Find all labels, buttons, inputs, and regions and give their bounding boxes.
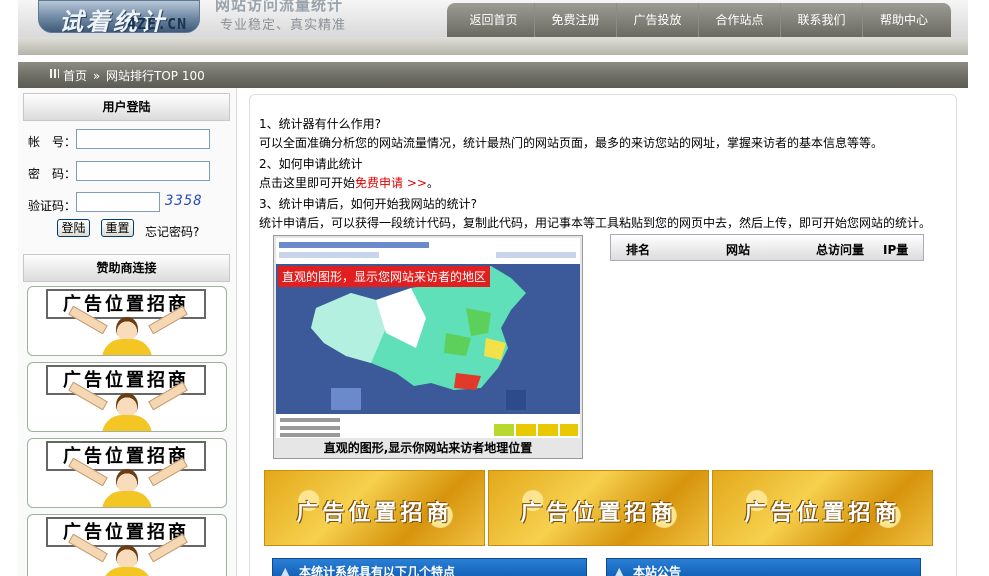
faq-question-1: 1、统计器有什么作用? xyxy=(259,117,382,131)
faq-answer-2-text: 点击这里即可开始 xyxy=(259,176,356,190)
ranking-table-header: 排名 网站 总访问量 IP量 xyxy=(610,234,924,261)
forgot-password-link[interactable]: 忘记密码? xyxy=(145,223,199,240)
main-content: 1、统计器有什么作用? 可以全面准确分析您的网站流量情况，统计最热门的网站页面，… xyxy=(249,94,957,576)
main-nav: 返回首页 免费注册 广告投放 合作站点 联系我们 帮助中心 xyxy=(447,3,951,37)
sponsor-ad-2[interactable]: 广告位置招商 xyxy=(27,362,227,432)
breadcrumb-separator: » xyxy=(92,69,101,83)
features-section-title: 本统计系统具有以下几个特点 xyxy=(272,558,587,576)
site-title: 网站访问流量统计 xyxy=(215,0,344,14)
sponsor-ad-1[interactable]: 广告位置招商 xyxy=(27,286,227,356)
nav-home[interactable]: 返回首页 xyxy=(453,3,535,37)
mascot-icon xyxy=(116,317,138,341)
account-input[interactable] xyxy=(76,129,210,149)
login-panel-title: 用户登陆 xyxy=(23,93,230,121)
notice-section-title: 本站公告 xyxy=(606,558,921,576)
nav-help[interactable]: 帮助中心 xyxy=(863,3,945,37)
faq-answer-2: 点击这里即可开始免费申请 >>。 xyxy=(259,174,439,191)
ad-banner-text: 广告位置招商 xyxy=(520,500,677,526)
faq-answer-2-suffix: 。 xyxy=(426,176,439,190)
header: 试着统计 4ZE.CN 网站访问流量统计 专业稳定、真实精准 返回首页 免费注册… xyxy=(18,0,968,37)
breadcrumb: 首页 » 网站排行TOP 100 xyxy=(18,62,968,88)
breadcrumb-current: 网站排行TOP 100 xyxy=(106,69,205,83)
nav-partner-sites[interactable]: 合作站点 xyxy=(699,3,781,37)
map-screenshot: 直观的图形，显示您网站来访者的地区 xyxy=(276,238,580,438)
captcha-image: 3358 xyxy=(165,193,203,209)
nav-contact[interactable]: 联系我们 xyxy=(781,3,863,37)
nav-advertise[interactable]: 广告投放 xyxy=(617,3,699,37)
ad-banner-3[interactable]: 广告位置招商 xyxy=(712,470,933,546)
ad-banner-text: 广告位置招商 xyxy=(296,500,453,526)
account-label: 帐 号： xyxy=(28,135,77,149)
captcha-input[interactable] xyxy=(76,192,160,212)
col-rank: 排名 xyxy=(626,243,651,257)
sponsor-panel-title: 赞助商连接 xyxy=(23,254,230,282)
site-slogan: 专业稳定、真实精准 xyxy=(220,18,347,33)
captcha-label: 验证码： xyxy=(28,199,77,213)
col-total-visits: 总访问量 xyxy=(816,243,865,257)
col-site: 网站 xyxy=(726,243,751,257)
header-divider xyxy=(18,37,968,55)
mascot-icon xyxy=(116,393,138,417)
faq-answer-3: 统计申请后，可以获得一段统计代码，复制此代码，用记事本等工具粘贴到您的网页中去，… xyxy=(259,216,932,230)
ad-banner-text: 广告位置招商 xyxy=(744,500,901,526)
ad-banner-1[interactable]: 广告位置招商 xyxy=(264,470,485,546)
logo-domain-text: 4ZE.CN xyxy=(127,15,188,33)
page: 试着统计 4ZE.CN 网站访问流量统计 专业稳定、真实精准 返回首页 免费注册… xyxy=(0,0,989,576)
login-button[interactable]: 登陆 xyxy=(57,219,90,237)
mascot-icon xyxy=(116,545,138,569)
map-overlay-label: 直观的图形，显示您网站来访者的地区 xyxy=(278,266,491,287)
map-caption: 直观的图形,显示你网站来访者地理位置 xyxy=(323,441,533,455)
breadcrumb-trail: 首页 » 网站排行TOP 100 xyxy=(63,67,207,84)
breadcrumb-home-link[interactable]: 首页 xyxy=(63,69,87,83)
ad-banner-2[interactable]: 广告位置招商 xyxy=(488,470,709,546)
site-logo[interactable]: 试着统计 4ZE.CN xyxy=(38,0,200,33)
col-ip-count: IP量 xyxy=(883,243,909,257)
left-sidebar: 用户登陆 帐 号： 密 码： 验证码： 3358 登陆 重置 忘记密码? 赞助商… xyxy=(18,88,237,576)
grid-icon xyxy=(50,69,59,78)
faq-question-2: 2、如何申请此统计 xyxy=(259,157,363,171)
mascot-icon xyxy=(116,469,138,493)
sponsor-ad-3[interactable]: 广告位置招商 xyxy=(27,438,227,508)
nav-register[interactable]: 免费注册 xyxy=(535,3,617,37)
visitor-map-demo: 直观的图形，显示您网站来访者的地区 直观的图形,显示你网站来访者地理位置 xyxy=(273,235,583,459)
sponsor-ad-4[interactable]: 广告位置招商 xyxy=(27,514,227,576)
free-signup-link[interactable]: 免费申请 >> xyxy=(355,176,427,190)
faq-question-3: 3、统计申请后，如何开始我网站的统计? xyxy=(259,197,478,211)
faq-answer-1: 可以全面准确分析您的网站流量情况，统计最热门的网站页面，最多的来访您站的网址，掌… xyxy=(259,136,884,150)
password-label: 密 码： xyxy=(28,167,77,181)
reset-button[interactable]: 重置 xyxy=(101,219,134,237)
password-input[interactable] xyxy=(76,161,210,181)
